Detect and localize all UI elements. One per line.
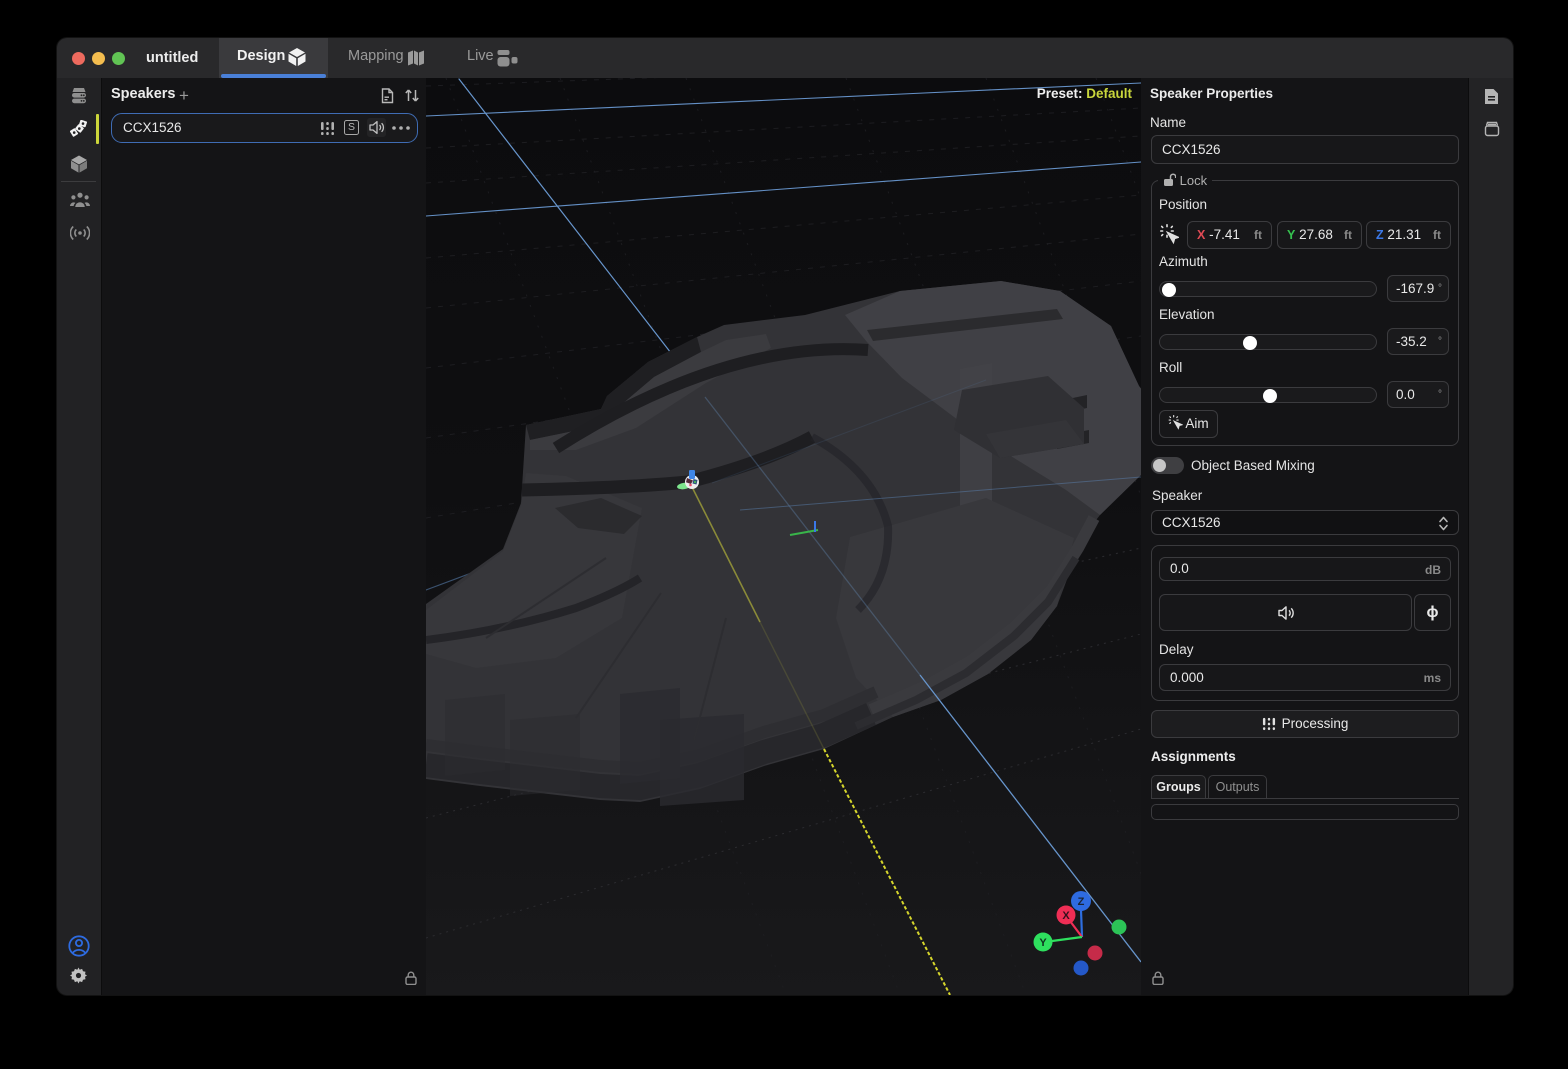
svg-text:Z: Z xyxy=(1078,896,1085,908)
svg-text:X: X xyxy=(1062,910,1070,922)
svg-text:Y: Y xyxy=(1039,937,1047,949)
